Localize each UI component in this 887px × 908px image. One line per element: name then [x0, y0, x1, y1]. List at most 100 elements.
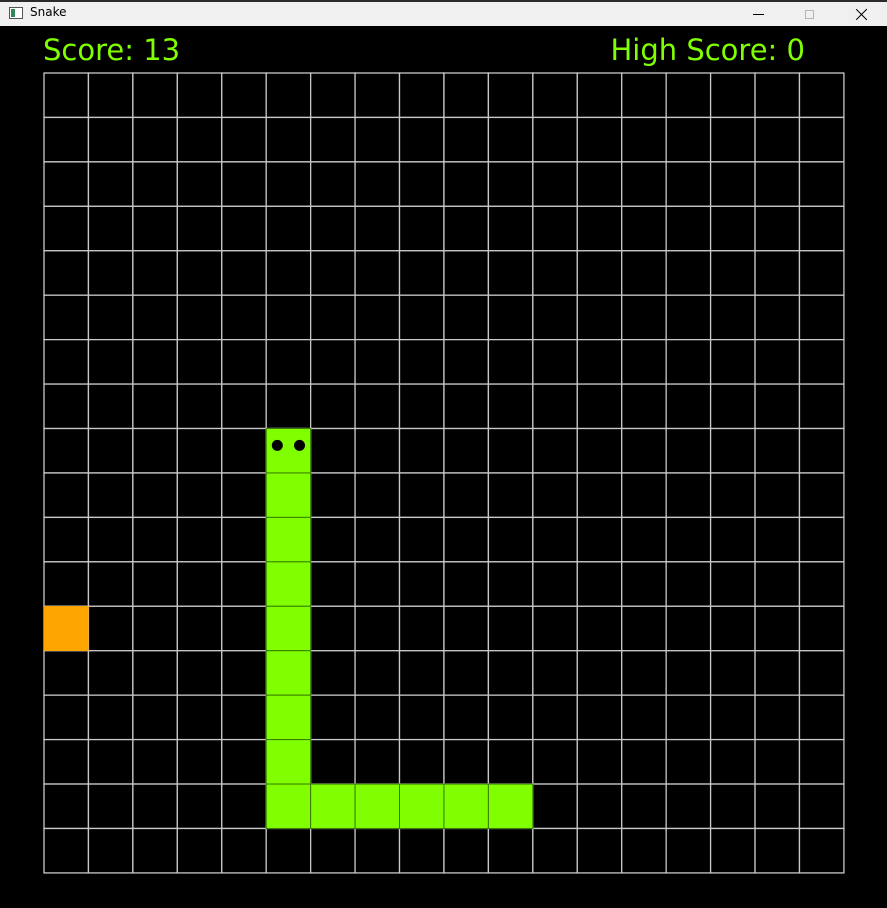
grid-cell: [176, 383, 223, 430]
grid-cell: [309, 383, 356, 430]
grid-cell: [621, 472, 667, 519]
grid-cell: [532, 605, 578, 652]
grid-cell: [354, 250, 401, 296]
grid-cell: [87, 561, 134, 607]
grid-cell: [665, 605, 712, 652]
grid-cell: [665, 294, 712, 341]
grid-cell: [576, 205, 623, 252]
grid-cell: [43, 738, 90, 785]
grid-cell: [443, 827, 490, 874]
grid-cell: [621, 383, 667, 430]
grid-cell: [576, 294, 623, 341]
grid-cell: [576, 738, 623, 785]
grid-cell: [176, 472, 223, 519]
close-icon: [855, 8, 868, 21]
grid-cell: [709, 205, 756, 252]
grid-cell: [398, 72, 445, 119]
grid-cell: [798, 472, 845, 519]
grid-cell: [754, 161, 801, 207]
grid-cell: [132, 472, 178, 519]
grid-cell: [354, 516, 401, 563]
grid-cell: [532, 561, 578, 607]
grid-cell: [754, 694, 801, 741]
grid-cell: [532, 161, 578, 207]
grid-cell: [43, 427, 90, 474]
grid-cell: [532, 383, 578, 430]
grid-cell: [309, 605, 356, 652]
grid-cell: [309, 294, 356, 341]
grid-cell: [309, 205, 356, 252]
grid-cell: [221, 783, 267, 830]
maximize-button[interactable]: [786, 2, 832, 26]
grid-cell: [132, 738, 178, 785]
grid-cell: [265, 205, 312, 252]
grid-cell: [576, 650, 623, 696]
grid-cell: [132, 516, 178, 563]
grid-cell: [43, 116, 90, 163]
grid-cell: [798, 294, 845, 341]
grid-cell: [665, 561, 712, 607]
snake-segment: [265, 650, 312, 696]
grid-cell: [87, 472, 134, 519]
grid-cell: [176, 516, 223, 563]
grid-cell: [176, 205, 223, 252]
grid-cell: [221, 338, 267, 385]
grid-cell: [176, 338, 223, 385]
grid-cell: [176, 116, 223, 163]
grid-cell: [43, 472, 90, 519]
grid-cell: [354, 205, 401, 252]
grid-cell: [443, 161, 490, 207]
grid-cell: [443, 516, 490, 563]
grid-cell: [621, 783, 667, 830]
grid-cell: [576, 783, 623, 830]
grid-cell: [132, 338, 178, 385]
grid-cell: [443, 338, 490, 385]
grid-cell: [621, 516, 667, 563]
grid-cell: [665, 427, 712, 474]
grid-cell: [354, 605, 401, 652]
grid-cell: [754, 827, 801, 874]
grid-cell: [176, 827, 223, 874]
minimize-button[interactable]: [735, 2, 781, 26]
grid-cell: [265, 72, 312, 119]
grid-cell: [487, 72, 534, 119]
grid-cell: [398, 427, 445, 474]
grid-cell: [443, 383, 490, 430]
grid-cell: [43, 383, 90, 430]
snake-left-eye: [271, 439, 283, 451]
grid-cell: [665, 650, 712, 696]
close-button[interactable]: [838, 2, 884, 26]
grid-cell: [754, 250, 801, 296]
grid-cell: [487, 338, 534, 385]
grid-cell: [87, 738, 134, 785]
grid-cell: [487, 827, 534, 874]
grid-cell: [576, 250, 623, 296]
grid-cell: [754, 338, 801, 385]
grid-cell: [398, 205, 445, 252]
snake-segment: [265, 561, 312, 607]
grid-cell: [709, 738, 756, 785]
grid-cell: [132, 294, 178, 341]
grid-cell: [621, 561, 667, 607]
grid-cell: [665, 694, 712, 741]
grid-cell: [354, 161, 401, 207]
grid-cell: [754, 294, 801, 341]
grid-cell: [265, 250, 312, 296]
grid-cell: [221, 561, 267, 607]
grid-cell: [309, 338, 356, 385]
grid-cell: [43, 205, 90, 252]
grid-cell: [487, 205, 534, 252]
grid-cell: [87, 250, 134, 296]
grid-cell: [487, 116, 534, 163]
grid-cell: [132, 161, 178, 207]
grid-cell: [487, 738, 534, 785]
game-board[interactable]: [43, 72, 845, 874]
grid-cell: [43, 694, 90, 741]
grid-cell: [487, 383, 534, 430]
grid-cell: [665, 783, 712, 830]
grid-cell: [754, 783, 801, 830]
grid-cell: [487, 161, 534, 207]
grid-cell: [798, 427, 845, 474]
snake-segment: [265, 783, 312, 829]
grid-cell: [87, 72, 134, 119]
